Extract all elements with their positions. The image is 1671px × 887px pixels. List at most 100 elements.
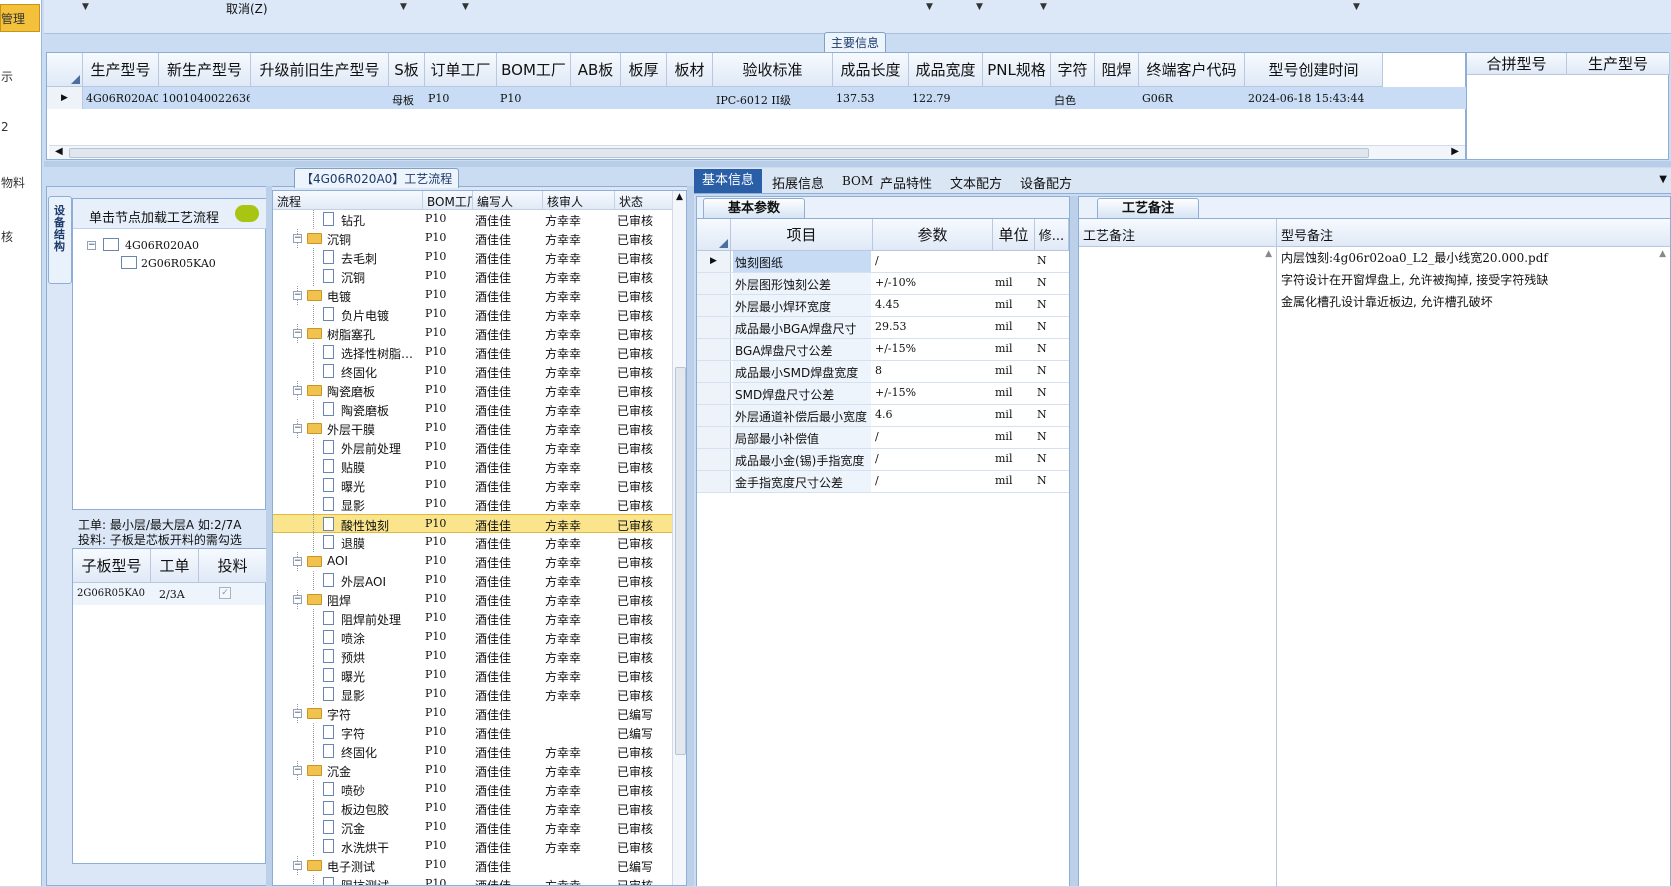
chevron-down-icon[interactable]: ▼ (1040, 2, 1047, 12)
collapse-icon[interactable]: − (293, 766, 302, 775)
table-row[interactable]: SMD焊盘尺寸公差 +/-15% mil N (697, 383, 1069, 405)
table-row[interactable]: 字符 P10 酒佳佳 已编写 (273, 723, 673, 742)
col-header[interactable]: AB板 (571, 53, 621, 87)
table-row[interactable]: 板边包胶 P10 酒佳佳 方幸幸 已审核 (273, 799, 673, 818)
table-row[interactable]: 4G06R020A0 10010400226366 母板 P10 P10 IPC-6012… (83, 87, 1466, 109)
chevron-down-icon[interactable]: ▼ (976, 2, 983, 12)
comment-icon[interactable] (235, 205, 259, 222)
table-row[interactable]: 金手指宽度尺寸公差 / mil N (697, 471, 1069, 493)
tab-product-features[interactable]: 产品特性 (880, 173, 932, 192)
table-row[interactable]: 外层AOI P10 酒佳佳 方幸幸 已审核 (273, 571, 673, 590)
nav-item-show[interactable]: 示 (1, 68, 13, 85)
table-row[interactable]: ▶ 蚀刻图纸 / N (697, 251, 1069, 273)
table-row[interactable]: 退膜 P10 酒佳佳 方幸幸 已审核 (273, 533, 673, 552)
chevron-down-icon[interactable]: ▼ (1659, 174, 1667, 185)
table-row[interactable]: 外层最小焊环宽度 4.45 mil N (697, 295, 1069, 317)
table-row[interactable]: 终固化 P10 酒佳佳 方幸幸 已审核 (273, 362, 673, 381)
col-header[interactable]: 板材 (667, 53, 713, 87)
vertical-scrollbar[interactable]: ▲ (672, 191, 686, 885)
splitter[interactable] (687, 186, 694, 886)
col-header[interactable]: 状态 (615, 191, 673, 210)
table-row[interactable]: − 沉金 P10 酒佳佳 方幸幸 已审核 (273, 761, 673, 780)
col-header[interactable]: 工艺备注 (1079, 219, 1277, 247)
col-header[interactable]: 子板型号 (73, 549, 151, 583)
col-header[interactable]: 合拼型号 (1467, 53, 1567, 75)
cancel-button[interactable]: 取消(Z) (226, 0, 268, 17)
table-row[interactable]: 显影 P10 酒佳佳 方幸幸 已审核 (273, 495, 673, 514)
nav-item-review[interactable]: 核 (1, 228, 13, 245)
feed-checkbox[interactable]: ✓ (219, 587, 231, 599)
col-header[interactable]: 成品宽度 (909, 53, 983, 87)
table-row[interactable]: 水洗烘干 P10 酒佳佳 方幸幸 已审核 (273, 837, 673, 856)
col-header[interactable]: 型号创建时间 (1245, 53, 1383, 87)
chevron-down-icon[interactable]: ▼ (400, 2, 407, 12)
collapse-icon[interactable]: − (293, 557, 302, 566)
table-row[interactable]: − 陶瓷磨板 P10 酒佳佳 方幸幸 已审核 (273, 381, 673, 400)
table-row[interactable]: 外层通道补偿后最小宽度 4.6 mil N (697, 405, 1069, 427)
table-row[interactable]: 成品最小金(锡)手指宽度 / mil N (697, 449, 1069, 471)
chevron-down-icon[interactable]: ▼ (462, 2, 469, 12)
table-row[interactable]: 局部最小补偿值 / mil N (697, 427, 1069, 449)
collapse-icon[interactable]: − (293, 424, 302, 433)
table-row[interactable]: 沉铜 P10 酒佳佳 方幸幸 已审核 (273, 267, 673, 286)
process-note-cell[interactable]: ▲ (1079, 247, 1277, 887)
table-row[interactable]: 2G06R05KA0 2/3A ✓ (73, 583, 265, 605)
table-row[interactable]: − 电子测试 P10 酒佳佳 已编写 (273, 856, 673, 875)
table-row[interactable]: 去毛刺 P10 酒佳佳 方幸幸 已审核 (273, 248, 673, 267)
tab-device-recipe[interactable]: 设备配方 (1020, 173, 1072, 192)
tab-bom[interactable]: BOM (842, 174, 873, 188)
splitter[interactable] (44, 161, 1671, 167)
collapse-icon[interactable]: − (293, 386, 302, 395)
scroll-up-icon[interactable]: ▲ (1265, 249, 1272, 259)
scroll-thumb[interactable] (69, 148, 1369, 158)
col-header[interactable]: 生产型号 (83, 53, 159, 87)
table-row[interactable]: 选择性树脂… P10 酒佳佳 方幸幸 已审核 (273, 343, 673, 362)
tab-text-recipe[interactable]: 文本配方 (950, 173, 1002, 192)
collapse-icon[interactable]: − (293, 234, 302, 243)
table-row[interactable]: 沉金 P10 酒佳佳 方幸幸 已审核 (273, 818, 673, 837)
splitter[interactable] (1070, 196, 1078, 886)
table-row[interactable]: − 字符 P10 酒佳佳 已编写 (273, 704, 673, 723)
chevron-down-icon[interactable]: ▼ (926, 2, 933, 12)
table-row[interactable]: 曝光 P10 酒佳佳 方幸幸 已审核 (273, 666, 673, 685)
tab-extended-info[interactable]: 拓展信息 (772, 173, 824, 192)
table-row[interactable]: 终固化 P10 酒佳佳 方幸幸 已审核 (273, 742, 673, 761)
col-header[interactable]: 订单工厂 (425, 53, 497, 87)
col-header[interactable]: 终端客户代码 (1139, 53, 1245, 87)
table-row[interactable]: 贴膜 P10 酒佳佳 方幸幸 已审核 (273, 457, 673, 476)
table-row[interactable]: 喷砂 P10 酒佳佳 方幸幸 已审核 (273, 780, 673, 799)
nav-item-2[interactable]: 2 (1, 120, 9, 134)
col-header[interactable]: 单位 (993, 219, 1035, 251)
col-header[interactable]: 新生产型号 (159, 53, 251, 87)
table-row[interactable]: 外层前处理 P10 酒佳佳 方幸幸 已审核 (273, 438, 673, 457)
col-header[interactable]: 阻焊 (1095, 53, 1139, 87)
horizontal-scrollbar[interactable]: ◀ ▶ (49, 145, 1465, 159)
col-header[interactable]: 板厚 (621, 53, 667, 87)
col-header[interactable]: 参数 (873, 219, 993, 251)
table-row[interactable]: 负片电镀 P10 酒佳佳 方幸幸 已审核 (273, 305, 673, 324)
scroll-up-icon[interactable]: ▲ (1659, 249, 1666, 259)
table-row[interactable]: 预烘 P10 酒佳佳 方幸幸 已审核 (273, 647, 673, 666)
collapse-icon[interactable]: − (87, 241, 96, 250)
scroll-left-icon[interactable]: ◀ (55, 146, 63, 157)
collapse-icon[interactable]: − (293, 861, 302, 870)
table-row[interactable]: 钻孔 P10 酒佳佳 方幸幸 已审核 (273, 210, 673, 229)
col-header[interactable]: 工单 (151, 549, 199, 583)
tree-node-root[interactable]: 4G06R020A0 (125, 239, 199, 252)
table-row[interactable]: 成品最小SMD焊盘宽度 8 mil N (697, 361, 1069, 383)
col-header[interactable]: 编写人 (473, 191, 543, 210)
col-header[interactable]: 投料 (199, 549, 267, 583)
nav-item-material[interactable]: 物料 (1, 174, 25, 191)
table-row[interactable]: − 阻焊 P10 酒佳佳 方幸幸 已审核 (273, 590, 673, 609)
col-header[interactable]: 核审人 (543, 191, 615, 210)
collapse-icon[interactable]: − (293, 329, 302, 338)
table-row[interactable]: − 电镀 P10 酒佳佳 方幸幸 已审核 (273, 286, 673, 305)
col-header[interactable]: 流程 (273, 191, 423, 210)
scroll-thumb[interactable] (675, 367, 686, 755)
table-row[interactable]: BGA焊盘尺寸公差 +/-15% mil N (697, 339, 1069, 361)
col-header[interactable]: BOM工厂 (423, 191, 473, 210)
tab-basic-info[interactable]: 基本信息 (694, 169, 762, 193)
col-header[interactable]: 成品长度 (833, 53, 909, 87)
table-row[interactable]: − 沉铜 P10 酒佳佳 方幸幸 已审核 (273, 229, 673, 248)
table-row[interactable]: − 树脂塞孔 P10 酒佳佳 方幸幸 已审核 (273, 324, 673, 343)
